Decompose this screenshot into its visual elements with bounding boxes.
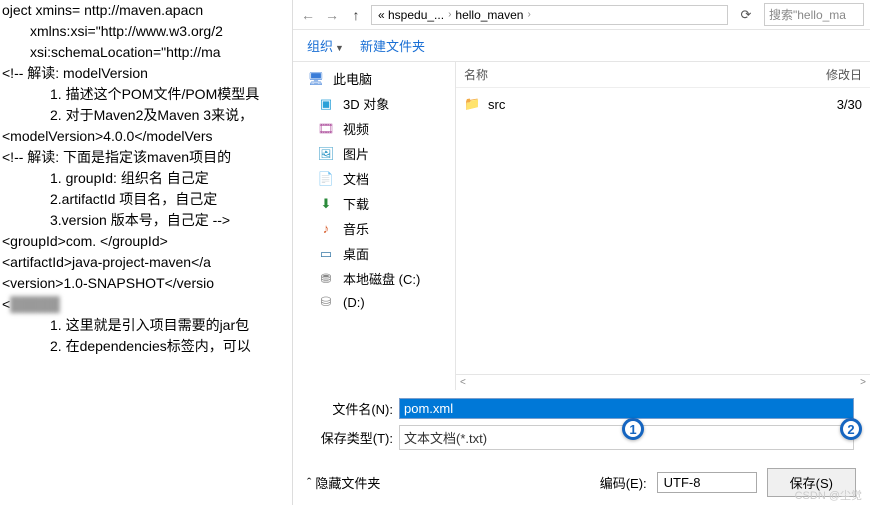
scroll-left-icon[interactable]: < <box>460 377 466 388</box>
horizontal-scrollbar[interactable]: < > <box>456 374 870 390</box>
chevron-right-icon: › <box>527 9 530 20</box>
code-line: xsi:schemaLocation="http://ma <box>2 42 290 63</box>
document-icon: 📄 <box>317 171 335 187</box>
file-list-area: 名称 修改日 📁 src 3/30 < > <box>455 62 870 390</box>
watermark: CSDN @尘觉 <box>795 487 862 503</box>
code-line: 2.artifactId 项目名，自己定 <box>2 189 290 210</box>
cube-icon: ▣ <box>317 96 335 112</box>
scroll-right-icon[interactable]: > <box>860 377 866 388</box>
code-line: xmlns:xsi="http://www.w3.org/2 <box>2 21 290 42</box>
column-name[interactable]: 名称 <box>464 66 802 83</box>
disk-icon: ⛃ <box>317 271 335 287</box>
code-line: <modelVersion>4.0.0</modelVers <box>2 126 290 147</box>
save-dialog: ← → ↑ « hspedu_... › hello_maven › ⟳ 搜索"… <box>292 0 870 505</box>
file-row[interactable]: 📁 src 3/30 <box>464 94 862 114</box>
hide-folders-toggle[interactable]: ˆ 隐藏文件夹 <box>307 473 380 492</box>
code-line: <!-- 解读: modelVersion <box>2 63 290 84</box>
code-line: 1. 这里就是引入项目需要的jar包 <box>2 315 290 336</box>
folder-icon: 📁 <box>464 96 482 112</box>
code-line: <!-- 解读: 下面是指定该maven项目的 <box>2 147 290 168</box>
file-date: 3/30 <box>802 97 862 112</box>
annotation-marker-1: 1 <box>622 418 644 440</box>
filename-input[interactable]: pom.xml <box>399 398 854 419</box>
encoding-select[interactable]: UTF-8 <box>657 472 757 493</box>
file-list-header: 名称 修改日 <box>456 62 870 88</box>
sidebar-item-disk-c[interactable]: ⛃本地磁盘 (C:) <box>293 266 455 291</box>
sidebar-item-disk-d[interactable]: ⛁(D:) <box>293 291 455 313</box>
column-date[interactable]: 修改日 <box>802 66 862 83</box>
film-icon: 🎞 <box>317 121 335 137</box>
breadcrumb-part[interactable]: « hspedu_... <box>378 8 444 22</box>
refresh-icon[interactable]: ⟳ <box>734 7 758 23</box>
code-line: oject xmins= nttp://maven.apacn <box>2 0 290 21</box>
dialog-nav-bar: ← → ↑ « hspedu_... › hello_maven › ⟳ 搜索"… <box>293 0 870 30</box>
annotation-marker-2: 2 <box>840 418 862 440</box>
up-arrow-icon[interactable]: ↑ <box>347 6 365 24</box>
filename-label: 文件名(N): <box>309 399 399 418</box>
code-line: 1. groupId: 组织名 自己定 <box>2 168 290 189</box>
forward-arrow-icon[interactable]: → <box>323 6 341 24</box>
picture-icon: 🖼 <box>317 146 335 162</box>
code-line: 2. 对于Maven2及Maven 3来说， <box>2 105 290 126</box>
disk-icon: ⛁ <box>317 294 335 310</box>
folder-sidebar: 🖥此电脑 ▣3D 对象 🎞视频 🖼图片 📄文档 ⬇下载 ♪音乐 ▭桌面 ⛃本地磁… <box>293 62 455 390</box>
computer-icon: 🖥 <box>307 71 325 87</box>
file-name: src <box>488 97 802 112</box>
dialog-bottom-bar: ˆ 隐藏文件夹 编码(E): UTF-8 保存(S) <box>293 460 870 505</box>
code-line: <groupId>com. </groupId> <box>2 231 290 252</box>
organize-button[interactable]: 组织▼ <box>307 36 344 55</box>
code-line: <█████ <box>2 294 290 315</box>
sidebar-item-pictures[interactable]: 🖼图片 <box>293 141 455 166</box>
sidebar-item-documents[interactable]: 📄文档 <box>293 166 455 191</box>
code-editor: oject xmins= nttp://maven.apacn xmlns:xs… <box>0 0 292 505</box>
sidebar-item-desktop[interactable]: ▭桌面 <box>293 241 455 266</box>
encoding-label: 编码(E): <box>600 473 647 492</box>
breadcrumb-part[interactable]: hello_maven <box>455 8 523 22</box>
sidebar-item-this-pc[interactable]: 🖥此电脑 <box>293 66 455 91</box>
code-line: <artifactId>java-project-maven</a <box>2 252 290 273</box>
chevron-right-icon: › <box>448 9 451 20</box>
code-line: 1. 描述这个POM文件/POM模型具 <box>2 84 290 105</box>
back-arrow-icon[interactable]: ← <box>299 6 317 24</box>
sidebar-item-downloads[interactable]: ⬇下载 <box>293 191 455 216</box>
sidebar-item-3d[interactable]: ▣3D 对象 <box>293 91 455 116</box>
save-form: 文件名(N): pom.xml 保存类型(T): 文本文档(*.txt) <box>293 390 870 460</box>
music-icon: ♪ <box>317 221 335 237</box>
code-line: 2. 在dependencies标签内，可以 <box>2 336 290 357</box>
filetype-label: 保存类型(T): <box>309 428 399 447</box>
code-line: <version>1.0-SNAPSHOT</versio <box>2 273 290 294</box>
search-input[interactable]: 搜索"hello_ma <box>764 3 864 26</box>
chevron-up-icon: ˆ <box>307 475 311 490</box>
sidebar-item-videos[interactable]: 🎞视频 <box>293 116 455 141</box>
code-line: 3.version 版本号，自己定 --> <box>2 210 290 231</box>
dialog-toolbar: 组织▼ 新建文件夹 <box>293 30 870 62</box>
sidebar-item-music[interactable]: ♪音乐 <box>293 216 455 241</box>
breadcrumb[interactable]: « hspedu_... › hello_maven › <box>371 5 728 25</box>
desktop-icon: ▭ <box>317 246 335 262</box>
download-icon: ⬇ <box>317 196 335 212</box>
new-folder-button[interactable]: 新建文件夹 <box>360 36 425 55</box>
